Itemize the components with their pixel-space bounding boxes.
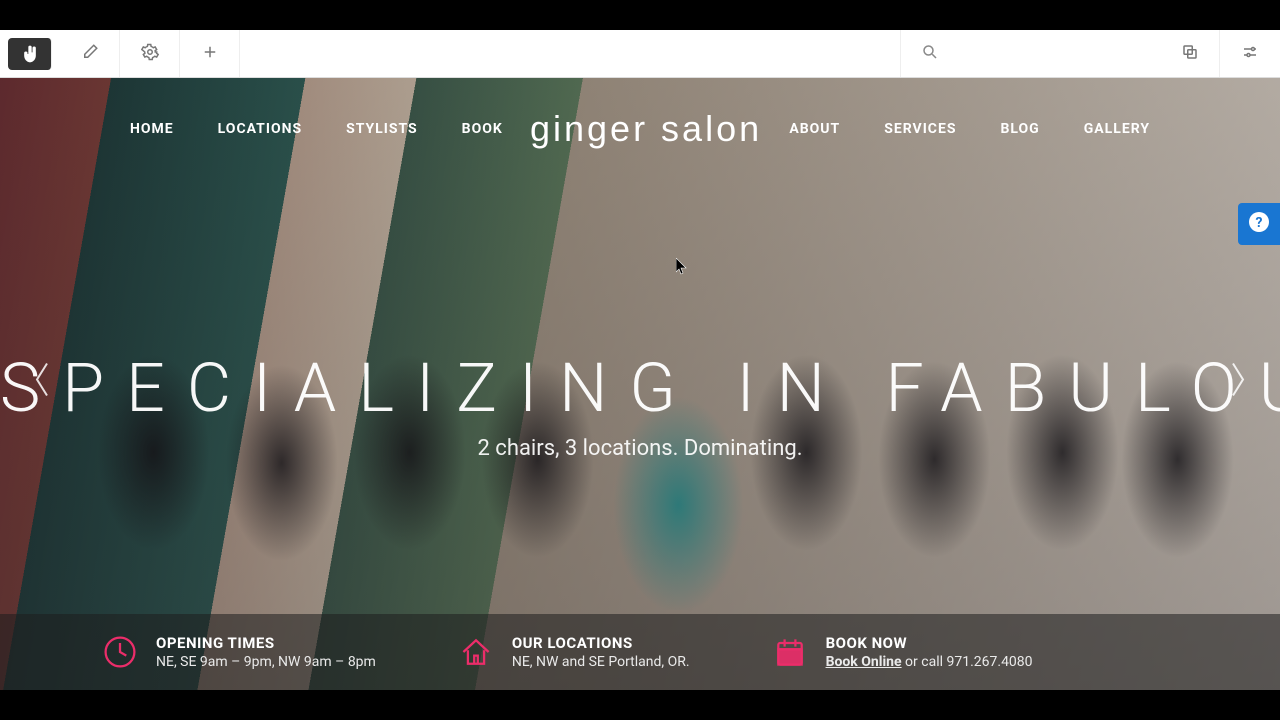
carousel-prev-button[interactable] — [10, 340, 76, 429]
search-icon — [921, 43, 939, 65]
cursor-icon — [676, 258, 688, 280]
hero-title: SPECIALIZING IN FABULOUS — [0, 348, 1280, 428]
info-opening-detail: NE, SE 9am – 9pm, NW 9am – 8pm — [156, 654, 376, 670]
nav-services[interactable]: SERVICES — [884, 121, 956, 137]
editor-copy-button[interactable] — [1160, 30, 1220, 77]
hero-section: HOME LOCATIONS STYLISTS BOOK ginger salo… — [0, 78, 1280, 690]
sliders-icon — [1241, 43, 1259, 65]
nav-blog[interactable]: BLOG — [1000, 121, 1039, 137]
info-opening-title: OPENING TIMES — [156, 634, 376, 652]
calendar-icon — [770, 632, 810, 672]
info-book: BOOK NOW Book Online or call 971.267.408… — [770, 632, 1033, 672]
nav-book[interactable]: BOOK — [462, 121, 503, 137]
chevron-right-icon — [1224, 367, 1250, 409]
nav-stylists[interactable]: STYLISTS — [346, 121, 418, 137]
chevron-left-icon — [30, 367, 56, 409]
gear-icon — [141, 43, 159, 65]
logo[interactable]: ginger salon — [530, 108, 762, 150]
plus-icon — [201, 43, 219, 65]
copy-icon — [1181, 43, 1199, 65]
nav-about[interactable]: ABOUT — [789, 121, 840, 137]
editor-settings-button[interactable] — [120, 30, 180, 77]
nav-gallery[interactable]: GALLERY — [1084, 121, 1150, 137]
pencil-icon — [81, 43, 99, 65]
info-locations-title: OUR LOCATIONS — [512, 634, 690, 652]
nav-home[interactable]: HOME — [130, 121, 174, 137]
info-locations-detail: NE, NW and SE Portland, OR. — [512, 654, 690, 670]
editor-edit-button[interactable] — [60, 30, 120, 77]
house-icon — [456, 632, 496, 672]
main-nav: HOME LOCATIONS STYLISTS BOOK ginger salo… — [0, 108, 1280, 150]
editor-search[interactable] — [900, 30, 1160, 77]
editor-add-button[interactable] — [180, 30, 240, 77]
help-icon: ? — [1247, 210, 1271, 238]
editor-main-button[interactable] — [8, 38, 52, 70]
editor-toolbar — [0, 30, 1280, 78]
clock-icon — [100, 632, 140, 672]
hand-icon — [20, 44, 40, 64]
svg-text:?: ? — [1256, 215, 1263, 231]
hero-subtitle: 2 chairs, 3 locations. Dominating. — [0, 436, 1280, 461]
info-bar: OPENING TIMES NE, SE 9am – 9pm, NW 9am –… — [0, 614, 1280, 690]
book-phone-text: or call 971.267.4080 — [902, 654, 1033, 670]
nav-locations[interactable]: LOCATIONS — [218, 121, 302, 137]
info-locations: OUR LOCATIONS NE, NW and SE Portland, OR… — [456, 632, 690, 672]
book-online-link[interactable]: Book Online — [826, 654, 902, 670]
info-book-title: BOOK NOW — [826, 634, 1033, 652]
editor-sliders-button[interactable] — [1220, 30, 1280, 77]
carousel-next-button[interactable] — [1204, 340, 1270, 429]
help-button[interactable]: ? — [1238, 203, 1280, 245]
info-book-detail: Book Online or call 971.267.4080 — [826, 654, 1033, 670]
info-opening: OPENING TIMES NE, SE 9am – 9pm, NW 9am –… — [100, 632, 376, 672]
